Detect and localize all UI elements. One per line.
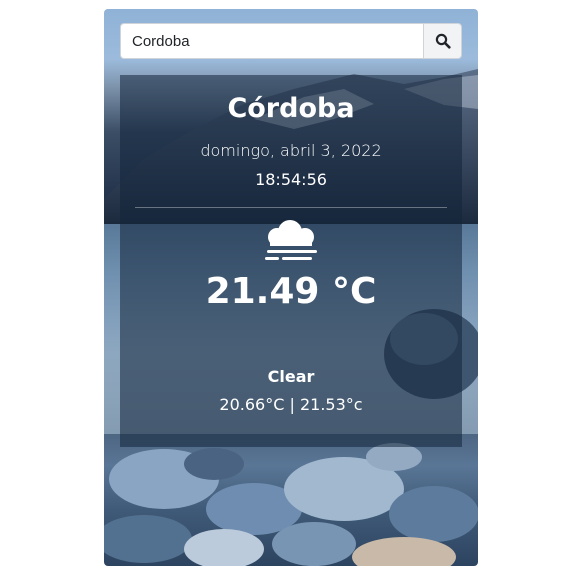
current-date: domingo, abril 3, 2022 (200, 141, 382, 160)
city-name: Córdoba (227, 93, 355, 124)
search-icon (435, 33, 451, 49)
current-time: 18:54:56 (255, 170, 327, 189)
weather-card: Córdoba domingo, abril 3, 2022 18:54:56 … (104, 9, 478, 566)
temperature: 21.49 °C (205, 271, 377, 312)
weather-icon-container (120, 219, 462, 269)
min-max-temperature: 20.66°C | 21.53°c (219, 395, 363, 414)
search-bar (120, 23, 462, 59)
weather-panel: Córdoba domingo, abril 3, 2022 18:54:56 … (120, 75, 462, 447)
search-button[interactable] (423, 23, 462, 59)
fog-icon (265, 220, 317, 260)
search-input[interactable] (120, 23, 423, 59)
divider (135, 207, 447, 208)
weather-condition: Clear (267, 367, 315, 386)
